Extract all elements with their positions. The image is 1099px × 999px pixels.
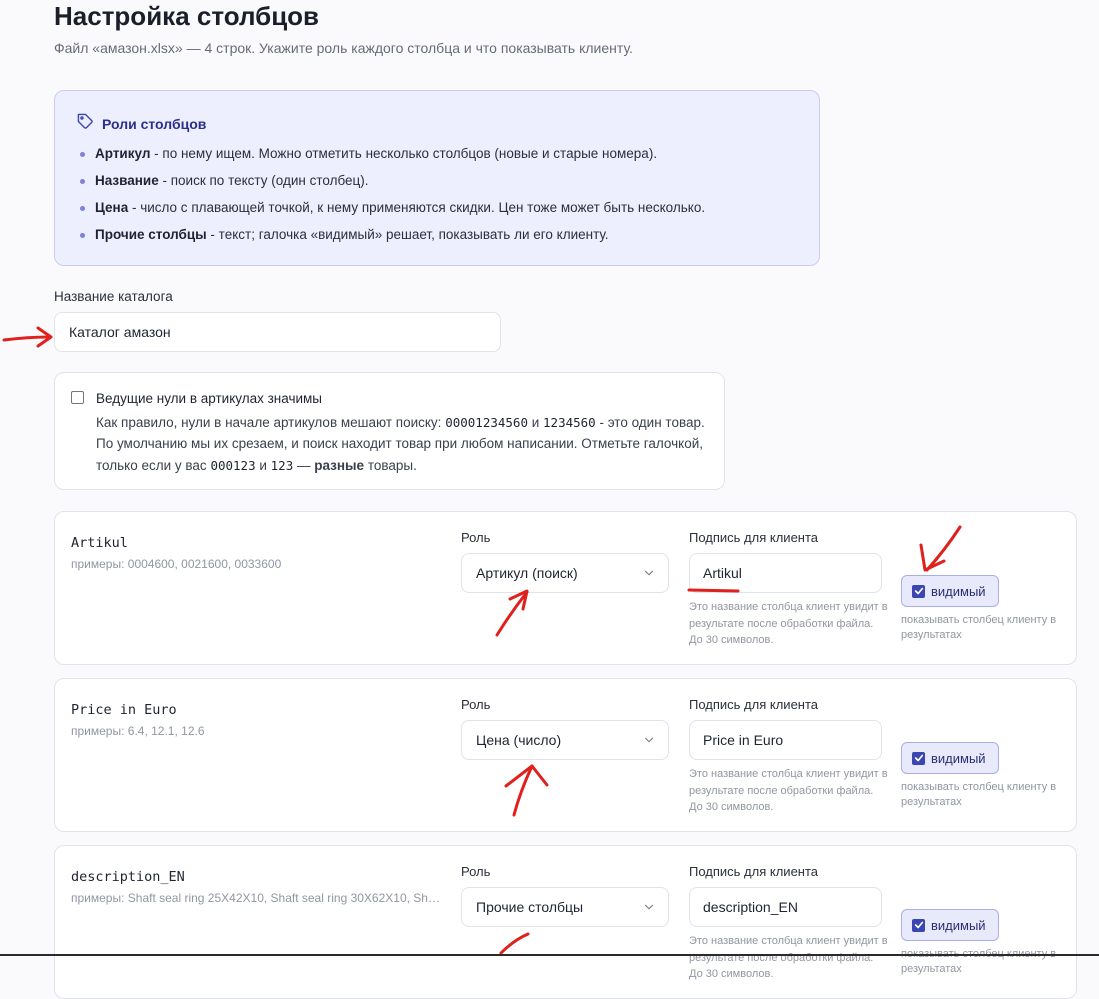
caption-input[interactable]: description_EN	[689, 887, 882, 927]
roles-list-item: Артикул - по нему ищем. Можно отметить н…	[79, 145, 705, 172]
caption-hint: Это название столбца клиент увидит в рез…	[689, 768, 888, 813]
role-select-value: Артикул (поиск)	[476, 565, 578, 581]
column-examples: примеры: Shaft seal ring 25X42X10, Shaft…	[71, 891, 443, 905]
roles-list-item: Название - поиск по тексту (один столбец…	[79, 172, 705, 199]
roles-info-box: Роли столбцов Артикул - по нему ищем. Мо…	[54, 90, 820, 266]
leading-zeros-box: Ведущие нули в артикулах значимы Как пра…	[54, 372, 725, 490]
role-term: Артикул	[95, 146, 151, 161]
roles-list: Артикул - по нему ищем. Можно отметить н…	[79, 145, 705, 253]
caption-input[interactable]: Price in Euro	[689, 720, 882, 760]
column-name: description_EN	[71, 869, 185, 885]
caption-hint: Это название столбца клиент увидит в рез…	[689, 935, 888, 980]
visible-label: видимый	[931, 583, 986, 599]
catalog-name-label: Название каталога	[54, 289, 173, 304]
visible-hint: показывать столбец клиенту в результатах	[901, 948, 1056, 975]
column-name: Artikul	[71, 535, 128, 551]
visible-label: видимый	[931, 750, 986, 766]
checkmark-icon	[912, 584, 925, 598]
chevron-down-icon	[644, 570, 654, 576]
page-subtitle: Файл «амазон.xlsx» — 4 строк. Укажите ро…	[54, 40, 633, 56]
leading-zeros-checkbox[interactable]	[71, 391, 84, 404]
visible-label: видимый	[931, 917, 986, 933]
role-term: Прочие столбцы	[95, 227, 207, 242]
visible-toggle[interactable]: видимый	[901, 575, 999, 607]
role-description: - число с плавающей точкой, к нему приме…	[128, 200, 706, 215]
caption-hint: Это название столбца клиент увидит в рез…	[689, 601, 888, 646]
caption-label: Подпись для клиента	[689, 697, 819, 712]
checkmark-icon	[912, 751, 925, 765]
column-examples: примеры: 0004600, 0021600, 0033600	[71, 557, 282, 571]
roles-list-item: Прочие столбцы - текст; галочка «видимый…	[79, 226, 705, 253]
roles-list-item: Цена - число с плавающей точкой, к нему …	[79, 199, 705, 226]
column-card-artikul: Artikul примеры: 0004600, 0021600, 00336…	[54, 511, 1077, 665]
caption-label: Подпись для клиента	[689, 530, 819, 545]
role-select[interactable]: Артикул (поиск)	[461, 553, 669, 593]
visible-toggle[interactable]: видимый	[901, 909, 999, 941]
visible-toggle[interactable]: видимый	[901, 742, 999, 774]
tag-icon	[77, 113, 94, 135]
column-card-price: Price in Euro примеры: 6.4, 12.1, 12.6 Р…	[54, 678, 1077, 832]
role-description: - поиск по тексту (один столбец).	[158, 173, 369, 188]
role-label: Роль	[461, 697, 491, 712]
roles-info-title: Роли столбцов	[102, 116, 207, 132]
visible-hint: показывать столбец клиенту в результатах	[901, 781, 1057, 808]
page-title: Настройка столбцов	[54, 1, 320, 31]
column-card-description: description_EN примеры: Shaft seal ring …	[54, 845, 1077, 999]
role-term: Цена	[95, 200, 129, 215]
roles-info-header: Роли столбцов	[77, 113, 206, 135]
arrow-icon	[2, 326, 53, 348]
caption-input[interactable]: Artikul	[689, 553, 882, 593]
column-name: Price in Euro	[71, 702, 177, 718]
checkmark-icon	[912, 918, 925, 932]
chevron-down-icon	[644, 737, 654, 743]
catalog-name-input[interactable]: Каталог амазон	[54, 312, 501, 352]
role-label: Роль	[461, 530, 491, 545]
role-select-value: Цена (число)	[476, 732, 562, 748]
caption-label: Подпись для клиента	[689, 864, 819, 879]
leading-zeros-description: Как правило, нули в начале артикулов меш…	[96, 415, 705, 473]
column-examples: примеры: 6.4, 12.1, 12.6	[71, 724, 205, 738]
role-select[interactable]: Прочие столбцы	[461, 887, 669, 927]
role-description: - текст; галочка «видимый» решает, показ…	[206, 227, 609, 242]
role-label: Роль	[461, 864, 491, 879]
chevron-down-icon	[644, 904, 654, 910]
leading-zeros-title[interactable]: Ведущие нули в артикулах значимы	[96, 391, 322, 406]
role-term: Название	[95, 173, 159, 188]
role-select[interactable]: Цена (число)	[461, 720, 669, 760]
role-select-value: Прочие столбцы	[476, 899, 584, 915]
visible-hint: показывать столбец клиенту в результатах	[901, 614, 1057, 641]
role-description: - по нему ищем. Можно отметить несколько…	[150, 146, 658, 161]
